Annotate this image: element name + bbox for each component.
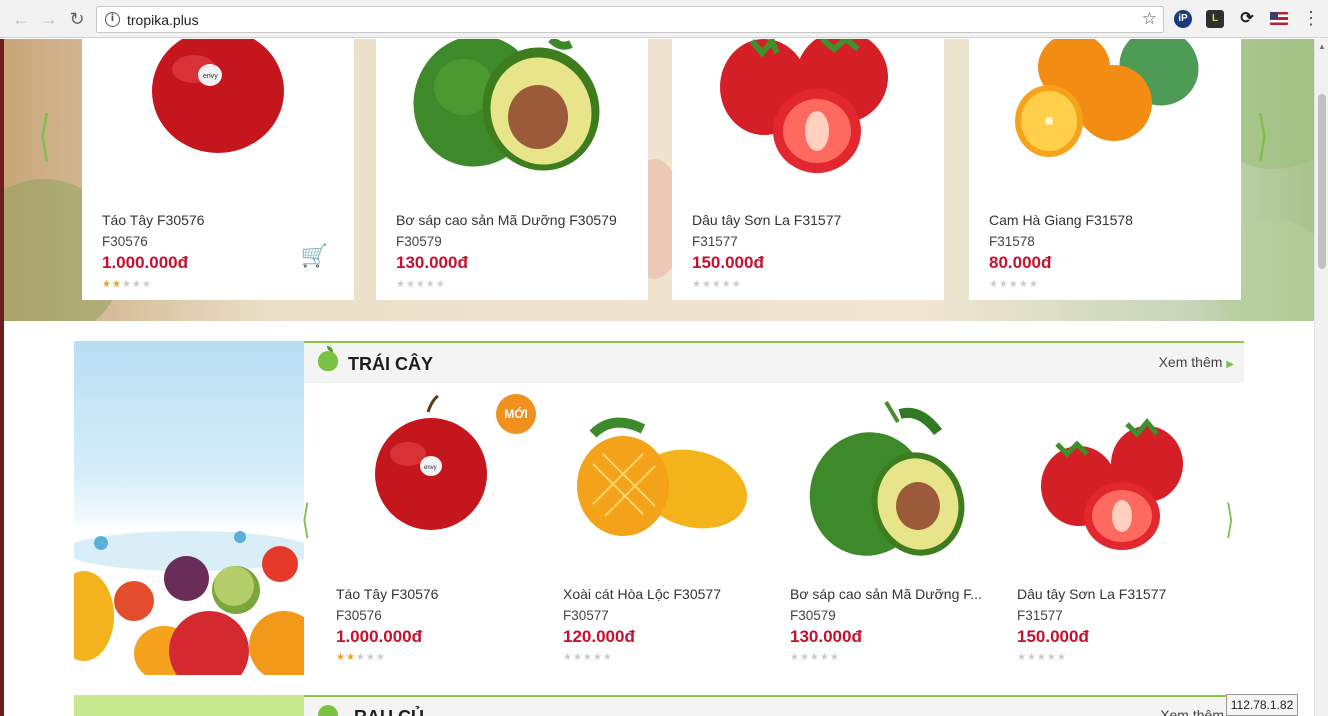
svg-text:envy: envy <box>203 73 218 80</box>
sync-extension-icon[interactable]: ⟳ <box>1238 10 1256 28</box>
chevron-left-icon[interactable]: ⟨ <box>302 500 311 540</box>
product-name[interactable]: Cam Hà Giang F31578 <box>989 212 1133 228</box>
back-arrow-icon[interactable]: ← <box>10 8 32 30</box>
product-name[interactable]: Dâu tây Sơn La F31577 <box>1017 586 1215 602</box>
address-bar[interactable]: i tropika.plus ☆ <box>96 6 1164 33</box>
banner-product-card[interactable]: envy Táo Tây F30576 F30576 1.000.000đ ★★… <box>82 39 354 300</box>
product-card[interactable]: Dâu tây Sơn La F31577 F31577 150.000đ ★★… <box>1017 394 1215 669</box>
rating-stars: ★★★★★ <box>563 652 613 663</box>
veg-section-header: RAU CỦ Xem thêm <box>304 695 1244 716</box>
browser-toolbar: ← → ↻ i tropika.plus ☆ iP L ⟳ ⋮ <box>0 0 1328 38</box>
bookmark-star-icon[interactable]: ☆ <box>1142 9 1157 29</box>
banner-product-card[interactable]: Cam Hà Giang F31578 F31578 80.000đ ★★★★★ <box>969 39 1241 300</box>
ip-extension-icon[interactable]: iP <box>1174 10 1192 28</box>
product-price: 130.000đ <box>790 627 862 646</box>
product-code: F31577 <box>1017 608 1063 623</box>
strawberry-image[interactable] <box>672 39 944 199</box>
product-name[interactable]: Xoài cát Hòa Lộc F30577 <box>563 586 761 602</box>
us-flag-icon[interactable] <box>1270 12 1288 25</box>
product-price: 1.000.000đ <box>102 253 189 272</box>
product-name[interactable]: Bơ sáp cao sản Mã Dưỡng F30579 <box>396 212 617 228</box>
veg-section-side-banner[interactable] <box>74 695 304 716</box>
scroll-up-icon[interactable]: ▲ <box>1318 42 1326 51</box>
see-more-link[interactable]: Xem thêm ▶ <box>1159 354 1234 370</box>
reload-icon[interactable]: ↻ <box>66 8 88 30</box>
banner-product-card[interactable]: Dâu tây Sơn La F31577 F31577 150.000đ ★★… <box>672 39 944 300</box>
product-price: 150.000đ <box>1017 627 1089 646</box>
chevron-right-icon[interactable]: ⟩ <box>1226 500 1235 540</box>
product-name[interactable]: Bơ sáp cao sản Mã Dưỡng F... <box>790 586 988 602</box>
product-price: 150.000đ <box>692 253 764 272</box>
product-price: 80.000đ <box>989 253 1052 272</box>
apple-image[interactable]: envy <box>82 39 354 199</box>
rating-stars: ★★★★★ <box>102 279 152 290</box>
ip-address-tooltip: 112.78.1.82 <box>1226 694 1298 716</box>
product-code: F31578 <box>989 234 1035 249</box>
product-card[interactable]: Xoài cát Hòa Lộc F30577 F30577 120.000đ … <box>563 394 761 669</box>
product-price: 130.000đ <box>396 253 468 272</box>
product-name[interactable]: Táo Tây F30576 <box>336 586 534 602</box>
fruit-section-header: TRÁI CÂY Xem thêm ▶ <box>304 341 1244 383</box>
vegetable-icon <box>318 705 338 716</box>
browser-menu-icon[interactable]: ⋮ <box>1302 8 1320 28</box>
section-title: TRÁI CÂY <box>348 354 433 374</box>
chevron-left-icon[interactable]: ⟨ <box>39 109 51 163</box>
product-name[interactable]: Táo Tây F30576 <box>102 212 204 228</box>
rating-stars: ★★★★★ <box>989 279 1039 290</box>
product-code: F30579 <box>790 608 836 623</box>
cart-icon[interactable]: 🛒 <box>301 243 328 269</box>
forward-arrow-icon[interactable]: → <box>38 8 60 30</box>
info-icon[interactable]: i <box>105 12 120 27</box>
section-title: RAU CỦ <box>354 707 424 716</box>
product-code: F30579 <box>396 234 442 249</box>
see-more-link[interactable]: Xem thêm <box>1160 707 1224 716</box>
banner-product-card[interactable]: Bơ sáp cao sản Mã Dưỡng F30579 F30579 13… <box>376 39 648 300</box>
scrollbar-thumb[interactable] <box>1318 94 1326 269</box>
section-side-banner[interactable] <box>74 341 304 675</box>
product-name[interactable]: Dâu tây Sơn La F31577 <box>692 212 841 228</box>
rating-stars: ★★★★★ <box>692 279 742 290</box>
page-scrollbar[interactable]: ▲ <box>1314 39 1328 716</box>
new-badge: MỚI <box>496 394 536 434</box>
caret-right-icon: ▶ <box>1226 359 1234 370</box>
strawberry-image[interactable] <box>1017 394 1215 569</box>
rating-stars: ★★★★★ <box>1017 652 1067 663</box>
product-price: 1.000.000đ <box>336 627 423 646</box>
product-code: F30576 <box>102 234 148 249</box>
product-card[interactable]: Bơ sáp cao sản Mã Dưỡng F... F30579 130.… <box>790 394 988 669</box>
mango-image[interactable] <box>563 394 761 569</box>
apple-icon <box>318 346 338 371</box>
svg-text:envy: envy <box>424 465 437 471</box>
rating-stars: ★★★★★ <box>790 652 840 663</box>
product-code: F30576 <box>336 608 382 623</box>
address-url[interactable]: tropika.plus <box>127 12 199 28</box>
orange-image[interactable] <box>969 39 1241 199</box>
product-price: 120.000đ <box>563 627 635 646</box>
product-code: F30577 <box>563 608 609 623</box>
chevron-right-icon[interactable]: ⟩ <box>1257 109 1269 163</box>
banner-carousel: envy Táo Tây F30576 F30576 1.000.000đ ★★… <box>4 39 1314 321</box>
l-extension-icon[interactable]: L <box>1206 10 1224 28</box>
product-card[interactable]: envy Táo Tây F30576 F30576 1.000.000đ ★★… <box>336 394 534 669</box>
avocado-image[interactable] <box>376 39 648 199</box>
avocado-image[interactable] <box>790 394 988 569</box>
rating-stars: ★★★★★ <box>336 652 386 663</box>
product-code: F31577 <box>692 234 738 249</box>
rating-stars: ★★★★★ <box>396 279 446 290</box>
